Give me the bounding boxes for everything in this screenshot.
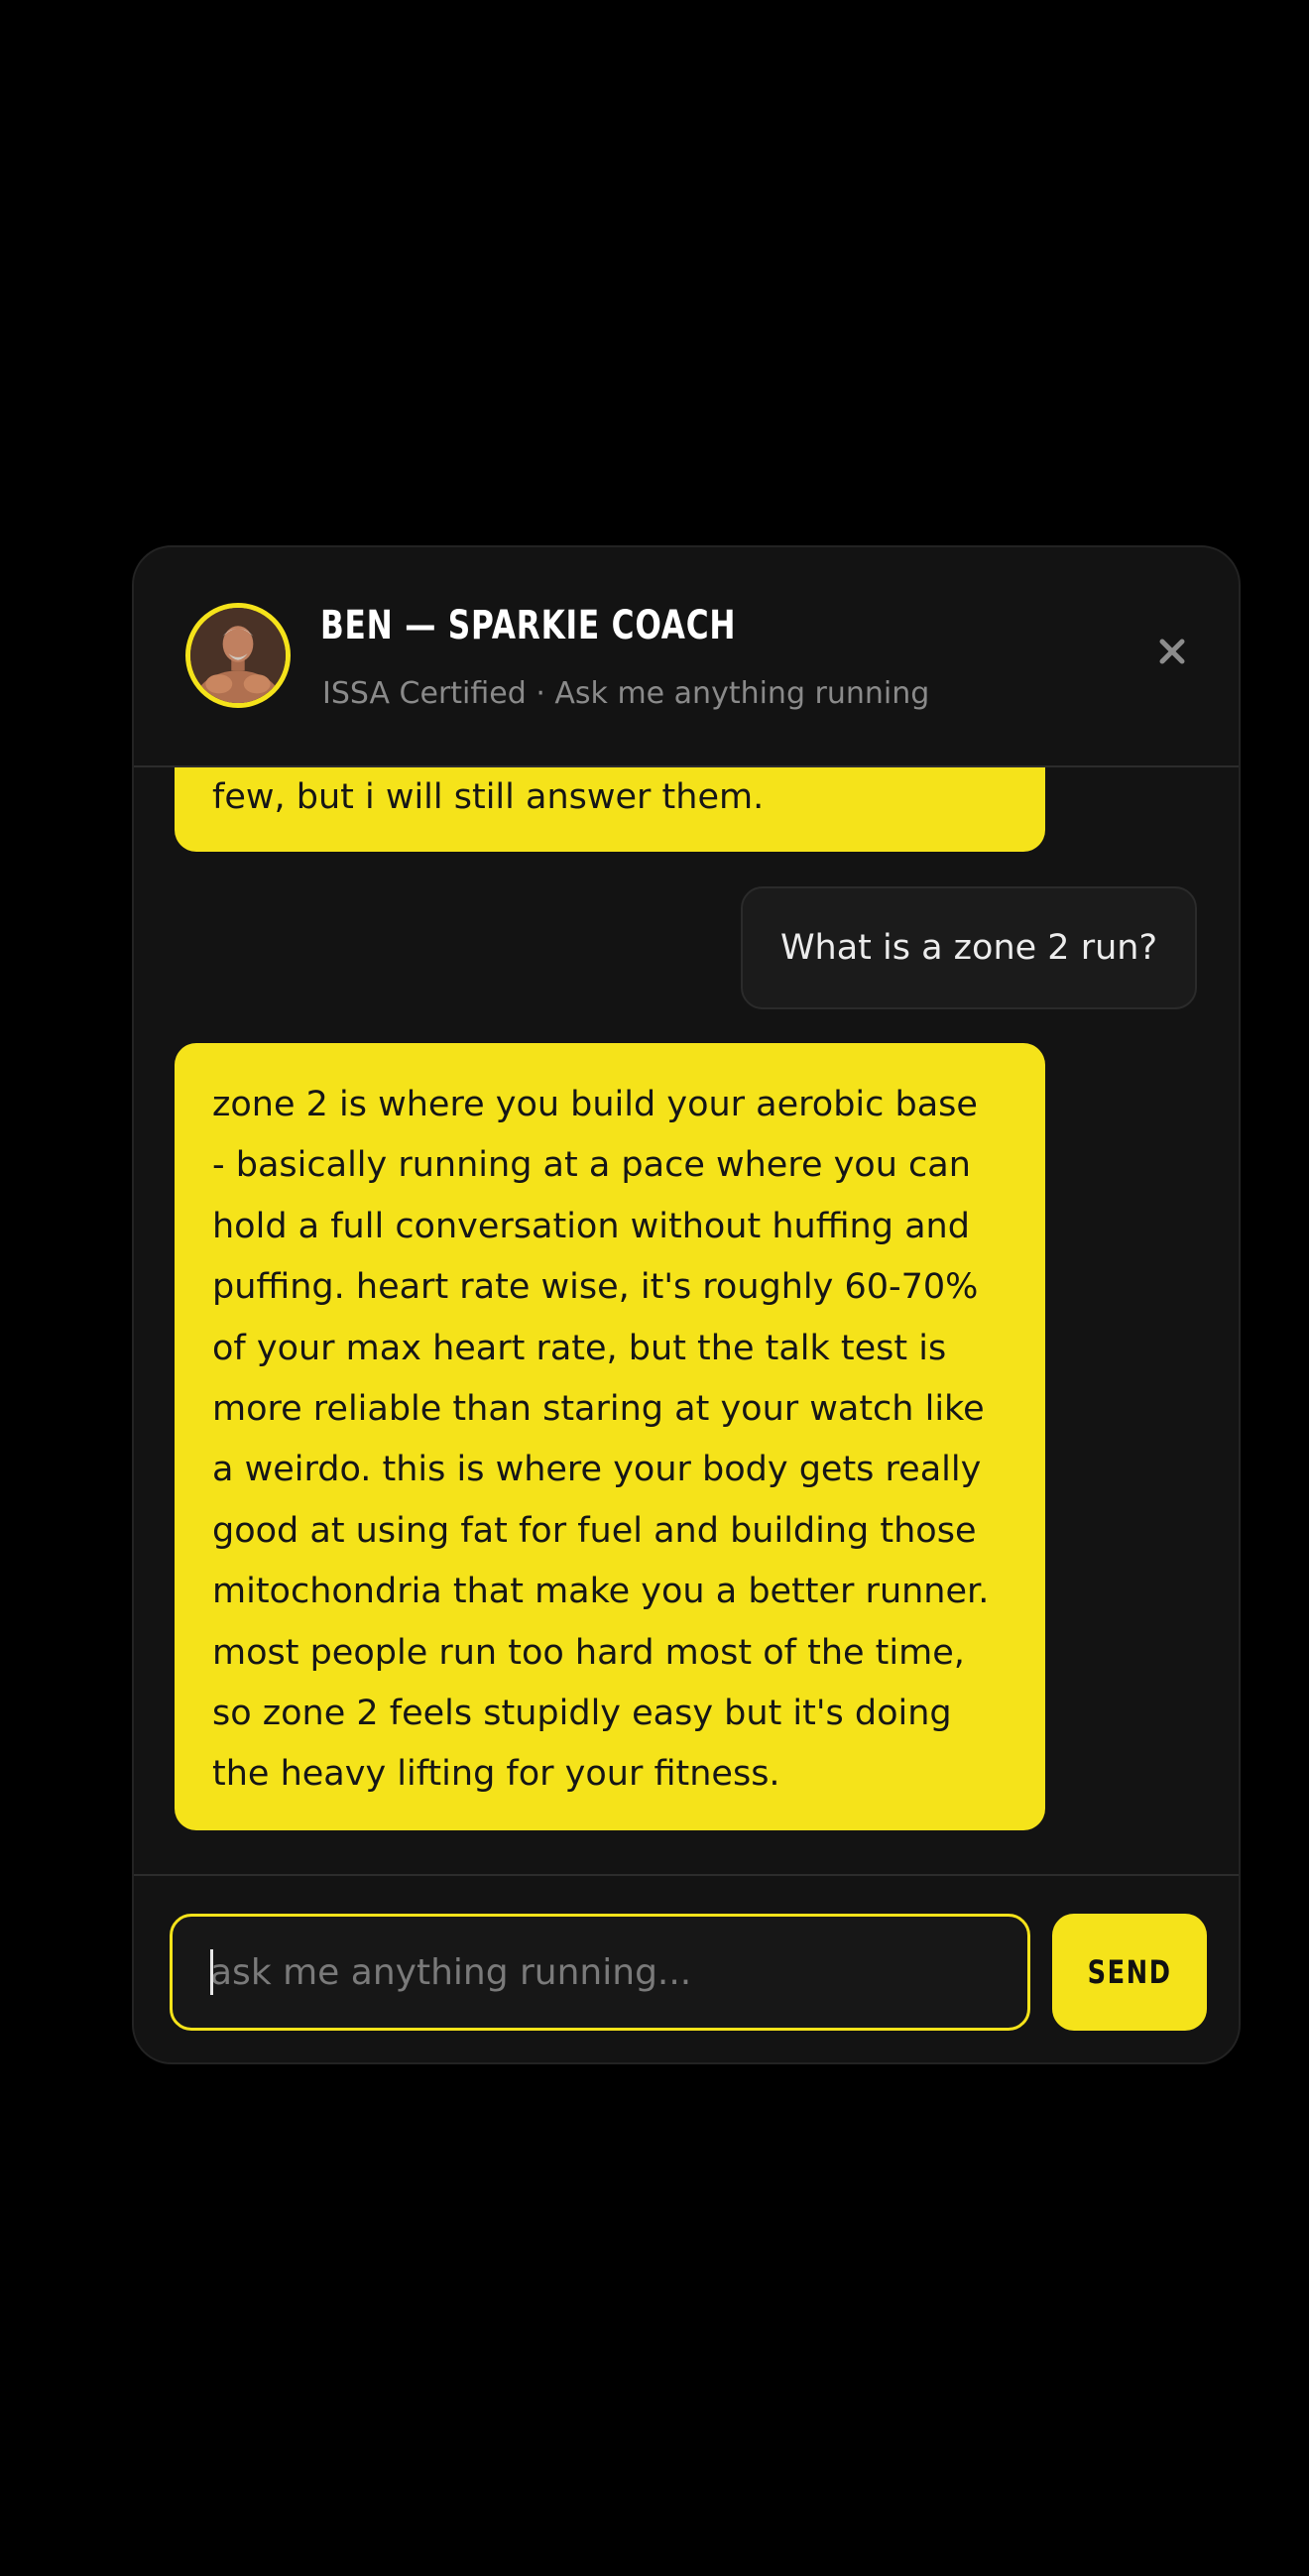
chat-panel: BEN — SPARKIE COACH ISSA Certified · Ask… — [132, 545, 1241, 2064]
message-input[interactable] — [170, 1914, 1030, 2031]
send-button[interactable]: SEND — [1052, 1914, 1207, 2031]
chat-header: BEN — SPARKIE COACH ISSA Certified · Ask… — [134, 547, 1239, 767]
coach-subtitle: ISSA Certified · Ask me anything running — [322, 676, 930, 711]
text-caret — [210, 1949, 213, 1995]
coach-message-text: zone 2 is where you build your aerobic b… — [212, 1085, 990, 1795]
user-message: What is a zone 2 run? — [741, 886, 1197, 1009]
close-button[interactable] — [1147, 627, 1197, 676]
coach-message-text: few, but i will still answer them. — [212, 776, 765, 817]
close-icon — [1159, 639, 1185, 664]
coach-message: few, but i will still answer them. — [175, 767, 1045, 852]
coach-photo — [190, 608, 286, 703]
send-button-label: SEND — [1087, 1953, 1172, 1991]
message-list[interactable]: few, but i will still answer them. What … — [134, 767, 1239, 1874]
avatar — [185, 603, 291, 708]
composer: SEND — [134, 1874, 1239, 2062]
coach-name: BEN — SPARKIE COACH — [320, 603, 737, 648]
user-message-text: What is a zone 2 run? — [779, 928, 1158, 968]
coach-message: zone 2 is where you build your aerobic b… — [175, 1043, 1045, 1830]
